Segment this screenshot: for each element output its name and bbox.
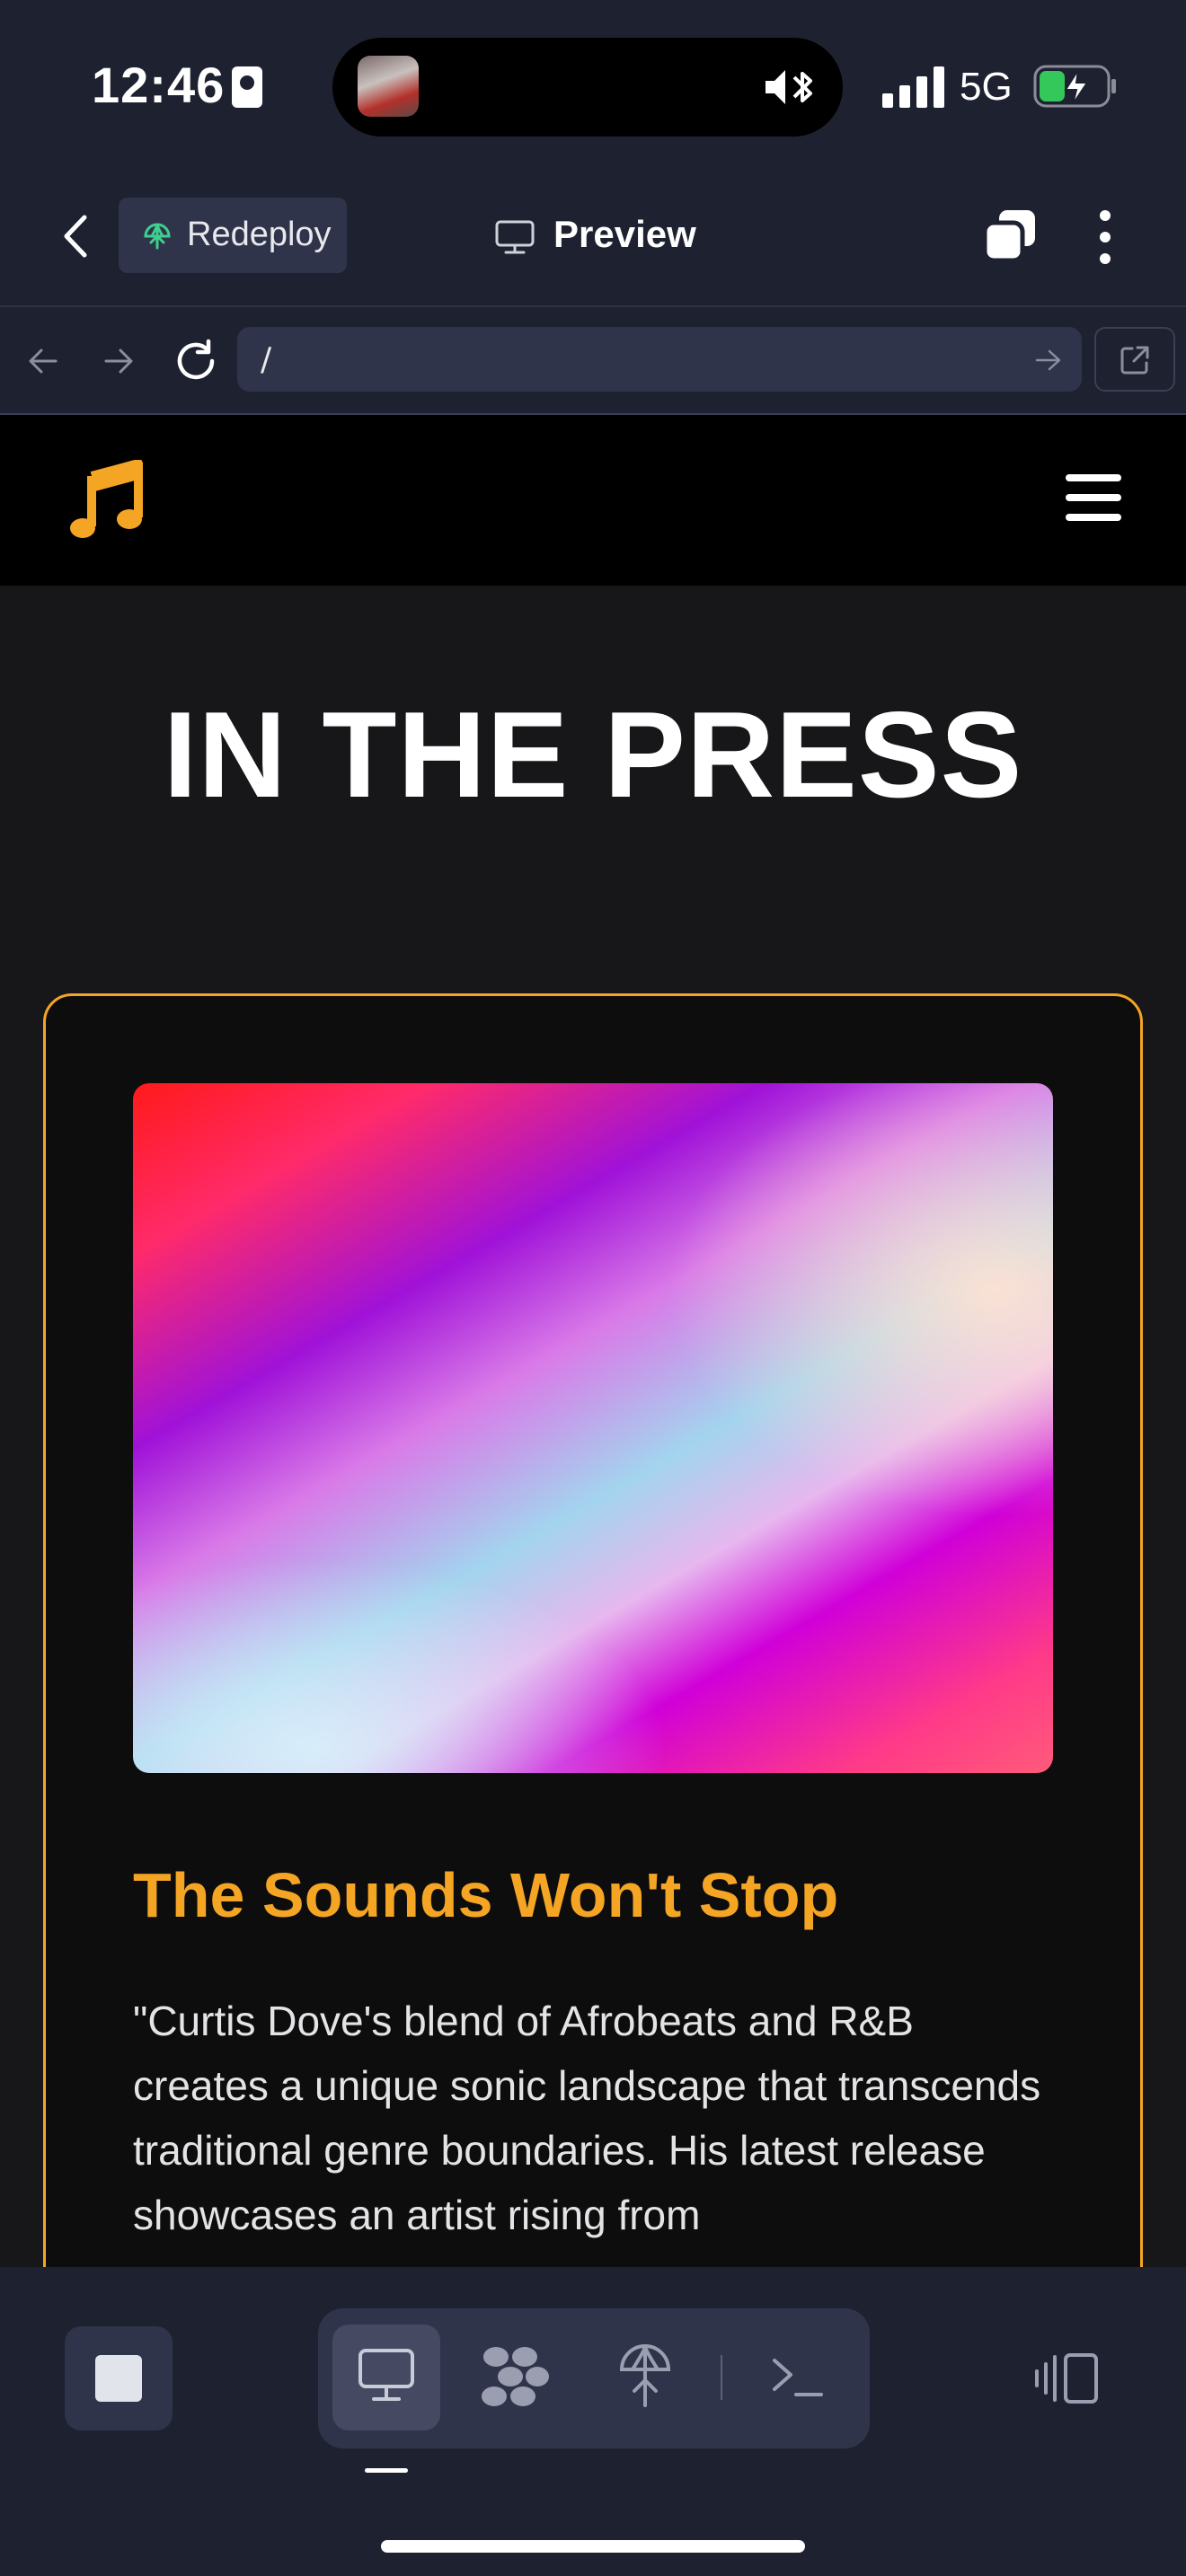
network-type: 5G xyxy=(960,65,1013,109)
article-image xyxy=(133,1083,1053,1773)
tabs-icon[interactable] xyxy=(979,207,1039,266)
url-path: / xyxy=(261,341,272,378)
cellular-signal-icon xyxy=(882,66,944,108)
back-icon[interactable] xyxy=(54,212,99,260)
home-indicator[interactable] xyxy=(381,2540,805,2553)
now-playing-thumbnail[interactable] xyxy=(358,56,419,117)
active-view-indicator xyxy=(365,2468,408,2473)
press-heading: IN THE PRESS xyxy=(163,686,1023,823)
desktop-icon xyxy=(358,2349,414,2401)
go-arrow-icon[interactable] xyxy=(1033,347,1064,374)
arrow-right-icon[interactable] xyxy=(101,343,137,379)
redeploy-label: Redeploy xyxy=(187,216,332,253)
article-quote: "Curtis Dove's blend of Afrobeats and R&… xyxy=(133,1998,1041,2238)
redeploy-icon xyxy=(144,223,171,250)
desktop-preview-icon xyxy=(495,220,535,254)
external-link-icon xyxy=(1120,346,1149,375)
url-input[interactable] xyxy=(237,327,1082,392)
arrow-left-icon[interactable] xyxy=(25,343,61,379)
battery-charging-icon xyxy=(1033,65,1116,108)
article-title[interactable]: The Sounds Won't Stop xyxy=(133,1859,838,1931)
hamburger-icon[interactable] xyxy=(1066,472,1121,523)
components-icon[interactable] xyxy=(480,2344,552,2409)
more-options-icon[interactable] xyxy=(1091,208,1120,266)
switcher-divider xyxy=(721,2355,722,2400)
contact-badge-icon xyxy=(232,66,262,108)
music-note-icon[interactable] xyxy=(70,460,144,543)
sidebar-toggle-icon[interactable] xyxy=(1033,2351,1100,2405)
bluetooth-mute-icon xyxy=(766,70,812,104)
stop-icon xyxy=(95,2355,142,2402)
deploy-icon[interactable] xyxy=(618,2342,672,2409)
preview-title[interactable]: Preview xyxy=(553,213,696,256)
site-navbar xyxy=(0,415,1186,586)
terminal-icon[interactable] xyxy=(771,2353,825,2402)
reload-icon[interactable] xyxy=(173,338,219,384)
status-time: 12:46 xyxy=(92,57,226,113)
